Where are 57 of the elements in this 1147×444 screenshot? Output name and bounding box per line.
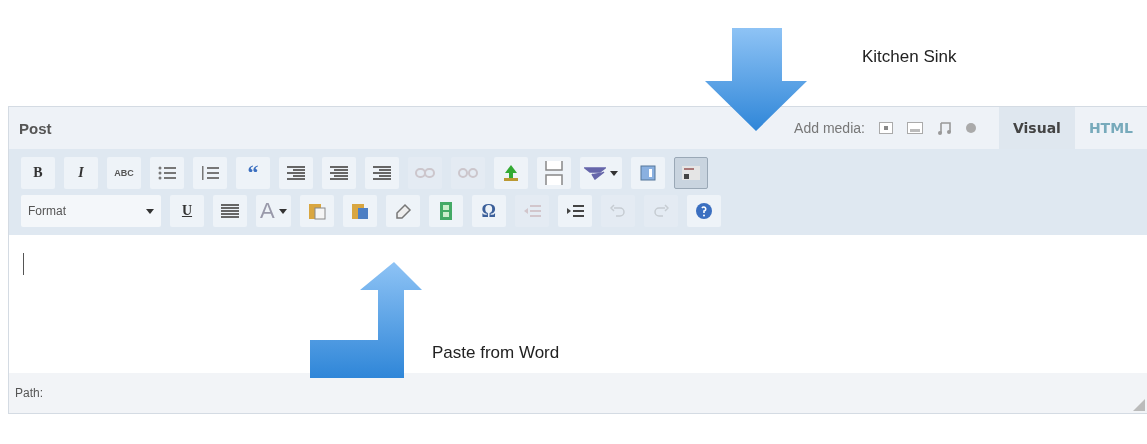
unlink-icon — [458, 167, 478, 179]
link-icon — [415, 167, 435, 179]
editor-tab[interactable]: Visual — [998, 107, 1075, 149]
lines-icon — [330, 165, 348, 181]
omega-button[interactable]: Ω — [471, 195, 506, 227]
path-label: Path: — [15, 386, 44, 400]
align-right-button[interactable] — [365, 157, 399, 189]
fullscreen-button[interactable] — [631, 157, 665, 189]
caret-icon — [278, 208, 287, 214]
align-center-button[interactable] — [322, 157, 356, 189]
undo-icon — [609, 204, 626, 218]
lines-icon — [373, 165, 391, 181]
spellcheck-button[interactable] — [580, 157, 622, 189]
kitchen-sink-icon — [681, 165, 701, 181]
eraser-button[interactable] — [385, 195, 420, 227]
kitchen-sink-button[interactable] — [674, 157, 708, 189]
eraser-icon — [393, 203, 412, 219]
paste-word-button[interactable] — [342, 195, 377, 227]
annotation-label: Paste from Word — [432, 343, 560, 363]
editor-title: Post — [19, 119, 53, 137]
lines-icon — [221, 203, 239, 219]
help-icon — [694, 202, 713, 220]
annotation-label: Kitchen Sink — [862, 47, 957, 67]
film-button[interactable] — [428, 195, 463, 227]
film-icon — [438, 201, 453, 221]
strike-button[interactable]: ABC — [107, 157, 141, 189]
pagebreak-button[interactable] — [537, 157, 571, 189]
spellcheck-icon — [584, 166, 606, 180]
clipboard-icon — [307, 202, 326, 220]
music-icon[interactable] — [936, 121, 951, 135]
circle-icon[interactable] — [964, 122, 977, 134]
add-media-label: Add media: — [794, 120, 865, 136]
caret-icon — [610, 170, 618, 176]
indent-icon — [565, 203, 584, 219]
video-icon[interactable] — [906, 122, 923, 134]
resize-grip-icon[interactable] — [1133, 399, 1145, 411]
bullets-button[interactable] — [150, 157, 184, 189]
indent-button[interactable] — [557, 195, 592, 227]
caret-icon — [146, 208, 154, 214]
page-break-icon — [545, 160, 563, 186]
bold-button[interactable]: B — [21, 157, 55, 189]
redo-icon — [652, 204, 669, 218]
quote-button[interactable]: “ — [236, 157, 270, 189]
italic-button[interactable]: I — [64, 157, 98, 189]
outdent-icon — [522, 203, 541, 219]
help-button[interactable] — [686, 195, 721, 227]
lines-icon — [287, 165, 305, 181]
clipboard-icon — [350, 202, 369, 220]
numbered-list-icon — [201, 165, 219, 181]
underline-button[interactable]: U — [170, 195, 204, 227]
numbers-button[interactable] — [193, 157, 227, 189]
fullscreen-icon — [640, 165, 656, 181]
align-left-button[interactable] — [279, 157, 313, 189]
justify-button[interactable] — [213, 195, 247, 227]
bulleted-list-icon — [158, 165, 176, 181]
format-dropdown[interactable]: Format — [21, 195, 161, 227]
paste-text-button[interactable] — [299, 195, 334, 227]
